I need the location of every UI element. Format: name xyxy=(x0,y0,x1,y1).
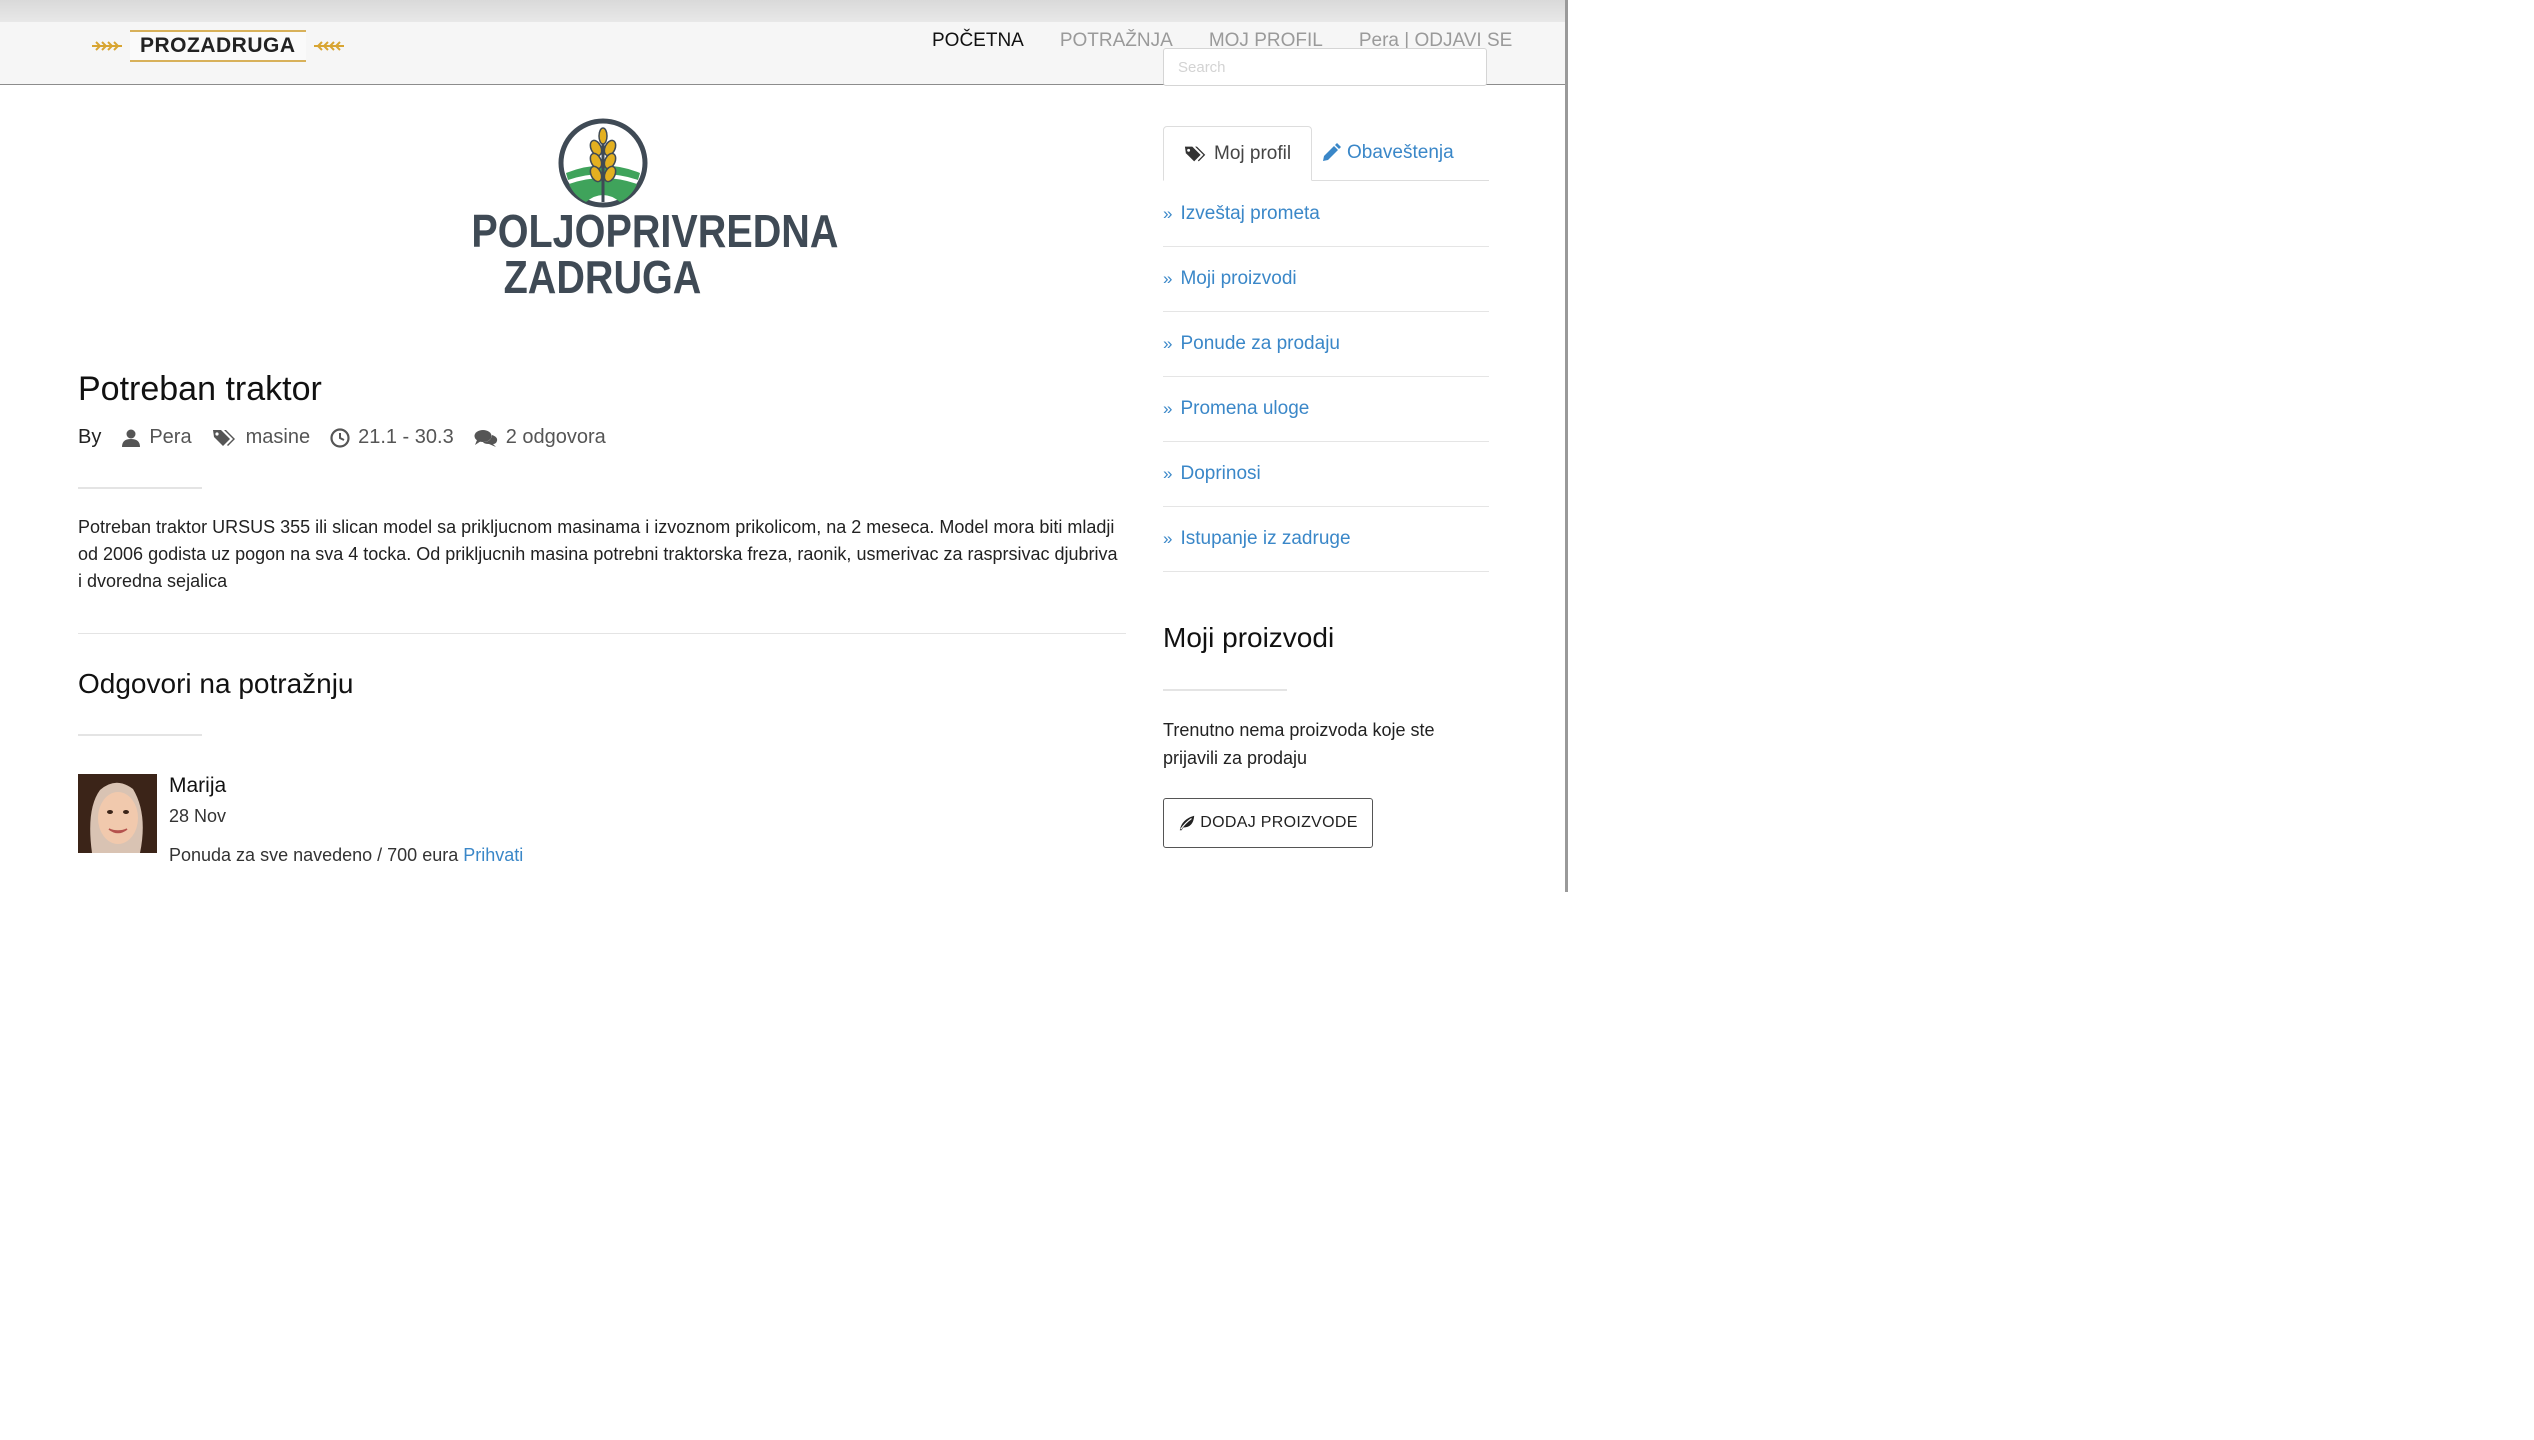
sidebar-item-doprinosi[interactable]: » Doprinosi xyxy=(1163,442,1489,507)
tags-icon xyxy=(212,429,235,446)
brand-logo[interactable]: PROZADRUGA xyxy=(90,28,346,64)
answer-offer: Ponuda za sve navedeno / 700 eura xyxy=(169,845,459,865)
divider xyxy=(1163,689,1287,691)
user-icon xyxy=(122,429,141,447)
sidebar-item-label: Istupanje iz zadruge xyxy=(1180,528,1351,549)
wheat-left-icon xyxy=(92,41,122,51)
divider xyxy=(78,633,1126,634)
sidebar-item-label: Promena uloge xyxy=(1180,398,1310,419)
chevron-right-icon: » xyxy=(1163,399,1173,418)
replies-count: 2 odgovora xyxy=(505,426,606,448)
divider xyxy=(78,734,202,736)
avatar xyxy=(78,774,157,853)
answers-title: Odgovori na potražnju xyxy=(78,668,354,699)
browser-top-strip xyxy=(0,0,1568,22)
date-range: 21.1 - 30.3 xyxy=(358,426,454,448)
cooperative-logo: POLJOPRIVREDNA ZADRUGA xyxy=(450,118,839,303)
sidebar-item-istupanje[interactable]: » Istupanje iz zadruge xyxy=(1163,507,1489,572)
post-meta: By Pera masine 21.1 - 30.3 2 odgovora xyxy=(78,426,626,449)
answer-author: Marija xyxy=(169,774,227,797)
window-edge xyxy=(1565,0,1568,892)
sidebar-item-label: Doprinosi xyxy=(1180,463,1261,484)
by-label: By xyxy=(78,426,102,448)
button-label: DODAJ PROIZVODE xyxy=(1200,814,1358,831)
chevron-right-icon: » xyxy=(1163,464,1173,483)
logo-line-1: POLJOPRIVREDNA xyxy=(471,205,839,257)
add-products-button[interactable]: DODAJ PROIZVODE xyxy=(1163,798,1373,848)
tab-obavestenja[interactable]: Obaveštenja xyxy=(1301,126,1474,180)
post-author[interactable]: Pera xyxy=(121,426,192,449)
post-date: 21.1 - 30.3 xyxy=(330,426,454,449)
sidebar-tabs: Moj profil Obaveštenja xyxy=(1163,126,1489,181)
wheat-emblem-icon xyxy=(558,118,647,208)
sidebar-item-ponude-za-prodaju[interactable]: » Ponude za prodaju xyxy=(1163,312,1489,377)
chevron-right-icon: » xyxy=(1163,269,1173,288)
brand-name: PROZADRUGA xyxy=(130,30,306,62)
chevron-right-icon: » xyxy=(1163,529,1173,548)
logo-line-2: ZADRUGA xyxy=(503,251,702,303)
clock-icon xyxy=(330,427,350,448)
profile-menu: » Izveštaj prometa » Moji proizvodi » Ponud… xyxy=(1163,182,1489,572)
tab-label: Moj profil xyxy=(1214,142,1292,164)
answer-date: 28 Nov xyxy=(169,806,227,826)
category-name: masine xyxy=(245,426,311,448)
chevron-right-icon: » xyxy=(1163,334,1173,353)
sidebar-item-label: Moji proizvodi xyxy=(1180,268,1297,289)
sidebar-item-label: Izveštaj prometa xyxy=(1180,203,1320,224)
comments-icon xyxy=(474,429,497,447)
leaf-icon xyxy=(1180,815,1195,831)
tab-moj-profil[interactable]: Moj profil xyxy=(1163,126,1313,181)
chevron-right-icon: » xyxy=(1163,204,1173,223)
sidebar-item-moji-proizvodi[interactable]: » Moji proizvodi xyxy=(1163,247,1489,312)
sidebar-item-label: Ponude za prodaju xyxy=(1180,333,1340,354)
nav-item-potraznja[interactable]: POTRAŽNJA xyxy=(1060,30,1173,52)
divider xyxy=(78,487,202,489)
post-description: Potreban traktor URSUS 355 ili slican mo… xyxy=(78,517,1118,591)
accept-link[interactable]: Prihvati xyxy=(463,845,523,865)
post-replies[interactable]: 2 odgovora xyxy=(474,426,606,449)
products-title: Moji proizvodi xyxy=(1163,622,1335,653)
tab-label: Obaveštenja xyxy=(1347,142,1454,163)
answer-text: Ponuda za sve navedeno / 700 eura Prihva… xyxy=(169,845,523,866)
pencil-icon xyxy=(1323,143,1341,161)
post-title: Potreban traktor xyxy=(78,370,322,408)
nav-item-pocetna[interactable]: POČETNA xyxy=(932,30,1024,52)
wheat-right-icon xyxy=(313,41,344,51)
tags-icon xyxy=(1184,146,1206,161)
author-name: Pera xyxy=(149,426,192,448)
sidebar-item-promena-uloge[interactable]: » Promena uloge xyxy=(1163,377,1489,442)
search-input[interactable] xyxy=(1163,48,1487,86)
sidebar-item-izvestaj-prometa[interactable]: » Izveštaj prometa xyxy=(1163,182,1489,247)
post-category[interactable]: masine xyxy=(212,426,310,449)
products-empty-text: Trenutno nema proizvoda koje ste prijavi… xyxy=(1163,720,1435,768)
